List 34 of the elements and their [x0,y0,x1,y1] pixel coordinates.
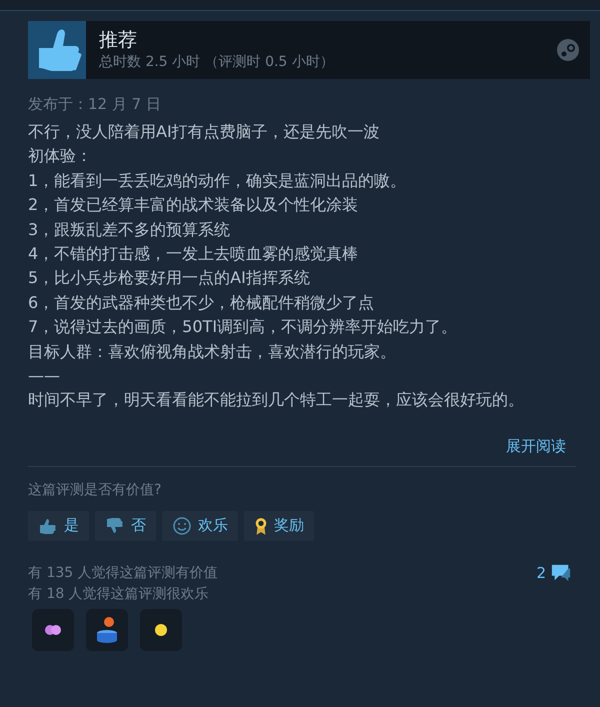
review-text-line: 目标人群：喜欢俯视角战术射击，喜欢潜行的玩家。 [28,340,397,363]
figure-on-pedestal-icon [95,614,119,645]
review-text-line: 6，首发的武器种类也不少，枪械配件稍微少了点 [28,292,376,314]
verdict-title: 推荐 [99,28,138,52]
review-text-line: 1，能看到一丢丢吃鸡的动作，确实是蓝洞出品的嗷。 [28,170,408,192]
review-text-line: 初体验： [28,145,93,168]
review-text-line: 时间不早了，明天看看能不能拉到几个特工一起耍，应该会很好玩的。 [28,389,525,412]
thumbs-down-icon [105,516,125,536]
vote-count-text: 有 135 人觉得这篇评测有价值 [28,564,218,583]
comments-link[interactable]: 2 [536,562,572,583]
thumbs-up-icon [28,21,86,79]
review-text-line: 5，比小兵步枪要好用一点的AI指挥系统 [28,267,311,290]
review-text-line: 不行，没人陪着用AI打有点费脑子，还是先吹一波 [28,121,381,143]
review-text-line: 3，跟叛乱差不多的预算系统 [28,218,232,241]
vote-count-text: 有 18 人觉得这篇评测很欢乐 [28,584,210,604]
smiley-icon [172,516,192,536]
vote-button[interactable]: 欢乐 [162,510,238,541]
award-badge[interactable] [140,608,182,651]
speech-bubble-icon [550,562,572,583]
helpful-question: 这篇评测是否有价值? [28,480,162,499]
glowing-orb-icon [154,622,168,637]
review-text-line: —— [28,365,61,388]
review-text-line: 4，不错的打击感，一发上去喷血雾的感觉真棒 [28,243,360,266]
award-badge[interactable] [32,608,74,651]
vote-button[interactable]: 奖励 [244,510,314,541]
review-text-line: 2，首发已经算丰富的战术装备以及个性化涂装 [28,194,360,216]
review-text-line: 7，说得过去的画质，50TI调到高，不调分辨率开始吃力了。 [28,316,458,338]
award-badge[interactable] [86,608,128,651]
vote-button[interactable]: 是 [28,510,89,541]
vote-button[interactable]: 否 [95,510,156,541]
posted-date: 发布于：12 月 7 日 [28,95,162,114]
playtime-text: 总时数 2.5 小时 （评测时 0.5 小时） [99,53,335,72]
award-ribbon-icon [254,516,268,536]
expand-link[interactable]: 展开阅读 [506,436,566,456]
